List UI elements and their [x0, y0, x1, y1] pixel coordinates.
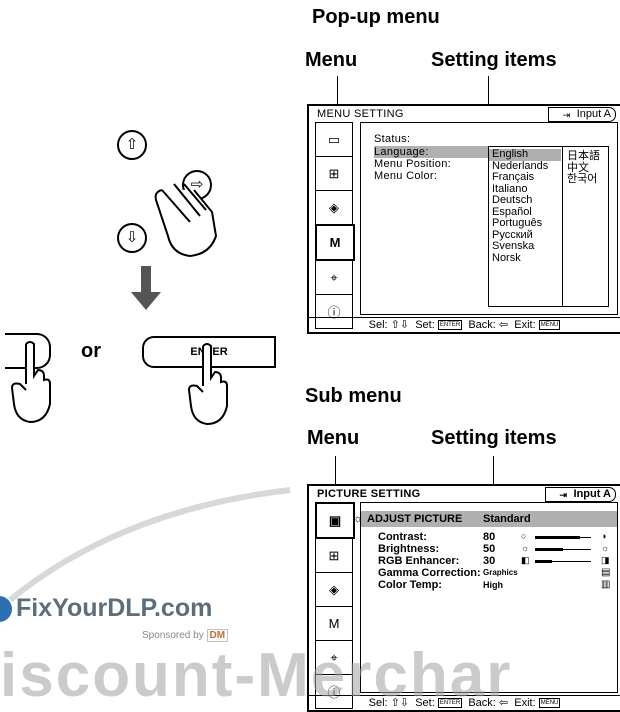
menu-item-menu-position[interactable]: Menu Position: [374, 158, 451, 170]
menu-key-icon: MENU [538, 320, 561, 331]
contrast-label[interactable]: Contrast: [378, 531, 427, 543]
setup-menu-icon[interactable]: ◈ [315, 190, 353, 225]
popup-items-leader [488, 76, 489, 104]
language-option[interactable]: 한국어 [567, 173, 600, 186]
menu-item-status[interactable]: Status: [374, 133, 410, 145]
picture-menu-icon[interactable]: ▣ [315, 502, 355, 539]
popup-osd-window: MENU SETTING ⇥ Input A ▭ ⊞ ◈ M ⌖ ⓘ Statu… [307, 104, 620, 334]
watermark-bottom-text: iscount-Merchar [0, 641, 513, 710]
help-set-label: Set: [415, 319, 435, 331]
slider-fill [535, 560, 552, 563]
setup-menu-icon[interactable]: ◈ [315, 572, 353, 607]
sub-input-indicator: ⇥ Input A [544, 487, 616, 502]
adjust-picture-label: ADJUST PICTURE [367, 513, 463, 525]
popup-osd-help-bar: Sel: ⇧⇩ Set: ENTER Back: ⇦ Exit: MENU [309, 317, 620, 332]
rgb-low-icon: ◧ [521, 555, 530, 565]
help-exit-label: Exit: [514, 319, 536, 331]
rgb-high-icon: ◨ [601, 555, 610, 565]
menu-key-icon: MENU [538, 698, 561, 709]
or-label: or [81, 340, 101, 362]
color-temp-label[interactable]: Color Temp: [378, 579, 442, 591]
menu-item-language[interactable]: Language: [374, 146, 490, 158]
installation-menu-icon[interactable]: ⌖ [315, 260, 353, 295]
brightness-label[interactable]: Brightness: [378, 543, 439, 555]
sub-input-label: Input A [573, 488, 611, 500]
popup-menu-sidebar: ▭ ⊞ ◈ M ⌖ ⓘ [315, 122, 355, 329]
popup-items-label: Setting items [431, 49, 557, 71]
language-list-1: English Nederlands Français Italiano Deu… [489, 148, 561, 265]
language-option[interactable]: 日本語 [567, 150, 600, 163]
watermark-brand: FixYourDLP.com [16, 594, 213, 622]
language-popup: English Nederlands Français Italiano Deu… [488, 146, 609, 307]
popup-settings-panel: Status: Language: Menu Position: Menu Co… [360, 122, 618, 315]
rgb-enhancer-value: 30 [483, 555, 496, 567]
sun-icon: ☼ [353, 513, 364, 525]
language-list-2: 日本語 中文 한국어 [567, 150, 600, 186]
language-option[interactable]: English [489, 148, 561, 161]
signal-menu-icon[interactable]: ⊞ [315, 538, 353, 573]
contrast-high-icon: ◑ [601, 531, 607, 541]
slider-fill [535, 536, 580, 539]
popup-input-label: Input A [576, 108, 611, 120]
left-arrow-icon: ⇦ [498, 319, 509, 331]
input-arrow-icon: ⇥ [562, 110, 571, 120]
brightness-high-icon: ☼ [601, 543, 610, 553]
sub-menu-leader [335, 456, 336, 486]
language-option[interactable]: Deutsch [489, 194, 561, 207]
contrast-slider[interactable]: ○ ◑ [521, 531, 613, 543]
brightness-slider[interactable]: ☼ ☼ [521, 543, 613, 555]
contrast-low-icon: ○ [521, 531, 527, 541]
sub-osd-title: PICTURE SETTING [317, 488, 421, 500]
popup-menu-label: Menu [305, 49, 358, 71]
gamma-icon: ▤ [601, 567, 611, 578]
input-arrow-icon: ⇥ [559, 490, 568, 500]
help-sel-label: Sel: [368, 319, 388, 331]
language-divider [562, 147, 563, 306]
up-down-icon: ⇧⇩ [390, 319, 410, 331]
adjust-picture-header[interactable]: ☼ ADJUST PICTURE Standard [353, 511, 617, 527]
popup-osd-title: MENU SETTING [317, 108, 404, 120]
language-option[interactable]: Português [489, 217, 561, 230]
color-temp-icon: ▥ [601, 579, 611, 590]
up-arrow-button[interactable]: ⇧ [117, 130, 147, 160]
signal-menu-icon[interactable]: ⊞ [315, 156, 353, 191]
language-option[interactable]: Svenska [489, 240, 561, 253]
down-arrow-icon [131, 266, 161, 310]
gamma-correction-value: Graphics [483, 568, 518, 577]
brightness-low-icon: ☼ [521, 543, 530, 553]
pointing-hand-icon [154, 183, 218, 258]
menu-item-menu-color[interactable]: Menu Color: [374, 170, 437, 182]
pressing-hand-icon [187, 343, 228, 426]
color-temp-value: High [483, 580, 503, 590]
popup-menu-leader [337, 76, 338, 106]
gamma-correction-label[interactable]: Gamma Correction: [378, 567, 481, 579]
popup-heading: Pop-up menu [312, 6, 440, 28]
language-option[interactable]: Français [489, 171, 561, 184]
sub-menu-label: Menu [307, 427, 360, 449]
rgb-enhancer-label[interactable]: RGB Enhancer: [378, 555, 459, 567]
rgb-enhancer-slider[interactable]: ◧ ◨ [521, 555, 613, 567]
menu-setting-icon[interactable]: M [315, 224, 355, 261]
menu-setting-icon[interactable]: M [315, 606, 353, 641]
popup-input-indicator: ⇥ Input A [547, 107, 616, 122]
help-exit-label: Exit: [514, 697, 536, 709]
help-back-label: Back: [468, 319, 496, 331]
sub-heading: Sub menu [305, 385, 402, 407]
language-option[interactable]: Norsk [489, 252, 561, 265]
contrast-value: 80 [483, 531, 496, 543]
picture-menu-icon[interactable]: ▭ [315, 122, 353, 157]
brightness-value: 50 [483, 543, 496, 555]
sub-items-label: Setting items [431, 427, 557, 449]
down-arrow-button[interactable]: ⇩ [117, 223, 147, 253]
slider-fill [535, 548, 563, 551]
pressing-hand-icon [10, 341, 51, 424]
enter-key-icon: ENTER [437, 320, 463, 331]
adjust-picture-value: Standard [483, 513, 531, 525]
